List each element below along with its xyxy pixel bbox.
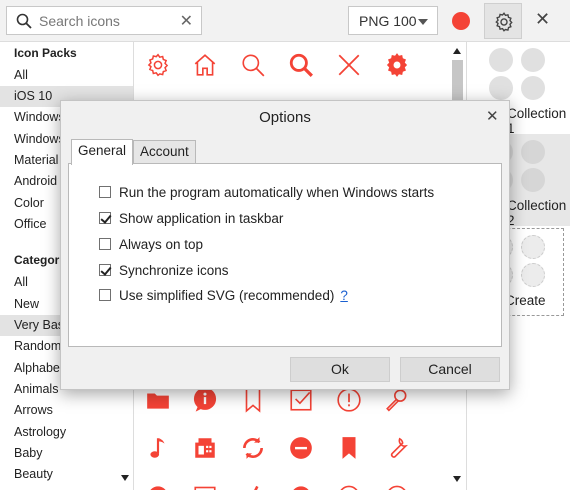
music-note-icon[interactable] xyxy=(138,428,178,468)
dialog-close-icon[interactable]: ✕ xyxy=(486,107,499,125)
ok-button[interactable]: Ok xyxy=(290,357,390,382)
placeholder-icon xyxy=(521,48,545,72)
placeholder-icon xyxy=(489,48,513,72)
sidebar-item-baby[interactable]: Baby xyxy=(0,443,133,464)
collection-label: Collection 2 xyxy=(507,198,567,228)
partial-icon xyxy=(377,474,417,490)
chevron-down-icon xyxy=(418,19,428,25)
search-outline-icon[interactable] xyxy=(233,45,273,85)
partial-icon xyxy=(329,474,369,490)
close-icon[interactable] xyxy=(329,45,369,85)
partial-icon xyxy=(281,474,321,490)
placeholder-icon xyxy=(521,76,545,100)
placeholder-icon xyxy=(489,76,513,100)
partial-icon xyxy=(138,474,178,490)
dialog-title: Options xyxy=(259,109,311,126)
fax-icon[interactable] xyxy=(185,428,225,468)
checkbox[interactable] xyxy=(99,186,111,198)
search-input[interactable]: Search icons ✕ xyxy=(6,6,202,35)
minus-circle-icon[interactable] xyxy=(281,428,321,468)
placeholder-icon xyxy=(521,168,545,192)
search-bold-icon[interactable] xyxy=(281,45,321,85)
create-label: Create xyxy=(505,293,546,308)
color-picker-button[interactable] xyxy=(452,12,470,30)
format-dropdown[interactable]: PNG 100 xyxy=(348,6,438,35)
format-value: PNG 100 xyxy=(359,13,417,29)
option-show-in-taskbar[interactable]: Show application in taskbar xyxy=(99,209,283,227)
option-synchronize-icons[interactable]: Synchronize icons xyxy=(99,261,229,279)
collection-label: Collection 1 xyxy=(507,106,567,136)
gear-filled-icon[interactable] xyxy=(377,45,417,85)
option-simplified-svg[interactable]: Use simplified SVG (recommended) ? xyxy=(99,286,348,304)
partial-icon xyxy=(185,474,225,490)
close-app-icon[interactable]: ✕ xyxy=(535,9,550,30)
top-toolbar: Search icons ✕ PNG 100 ✕ xyxy=(0,0,570,42)
scroll-down-icon[interactable] xyxy=(453,476,461,482)
cancel-button[interactable]: Cancel xyxy=(400,357,500,382)
option-label: Use simplified SVG (recommended) xyxy=(119,287,335,303)
checkbox-checked[interactable] xyxy=(99,212,111,224)
checkbox-checked[interactable] xyxy=(99,264,111,276)
search-placeholder: Search icons xyxy=(39,13,120,29)
icon-packs-heading: Icon Packs xyxy=(14,46,77,60)
wrench-icon[interactable] xyxy=(377,428,417,468)
placeholder-icon xyxy=(521,140,545,164)
settings-button[interactable] xyxy=(484,3,522,39)
home-icon[interactable] xyxy=(185,45,225,85)
help-link[interactable]: ? xyxy=(340,288,348,303)
app-window: Search icons ✕ PNG 100 ✕ Icon Packs All … xyxy=(0,0,570,490)
option-label: Always on top xyxy=(119,236,204,252)
checkbox[interactable] xyxy=(99,289,111,301)
bookmark-icon[interactable] xyxy=(329,428,369,468)
scroll-up-icon[interactable] xyxy=(453,48,461,54)
placeholder-icon xyxy=(521,263,545,287)
option-label: Run the program automatically when Windo… xyxy=(119,184,435,200)
option-always-on-top[interactable]: Always on top xyxy=(99,235,203,253)
sidebar-item-astrology[interactable]: Astrology xyxy=(0,422,133,443)
option-label: Show application in taskbar xyxy=(119,210,284,226)
gear-icon xyxy=(495,12,513,32)
placeholder-icon xyxy=(521,235,545,259)
sidebar-item-arrows[interactable]: Arrows xyxy=(0,400,133,421)
option-run-at-startup[interactable]: Run the program automatically when Windo… xyxy=(99,183,434,201)
options-dialog: Options ✕ General Account Run the progra… xyxy=(60,100,510,390)
option-label: Synchronize icons xyxy=(119,262,229,278)
general-settings-panel: Run the program automatically when Windo… xyxy=(68,163,502,347)
gear-outline-icon[interactable] xyxy=(138,45,178,85)
tab-general[interactable]: General xyxy=(71,139,134,165)
checkbox[interactable] xyxy=(99,238,111,250)
partial-icon xyxy=(233,474,273,490)
sidebar-item-beauty[interactable]: Beauty xyxy=(0,464,133,485)
sidebar-scroll-down-icon[interactable] xyxy=(121,475,129,481)
sidebar-item-all-packs[interactable]: All xyxy=(0,65,133,86)
search-icon xyxy=(16,13,32,29)
tab-account[interactable]: Account xyxy=(133,140,196,164)
clear-search-icon[interactable]: ✕ xyxy=(180,11,193,31)
refresh-icon[interactable] xyxy=(233,428,273,468)
